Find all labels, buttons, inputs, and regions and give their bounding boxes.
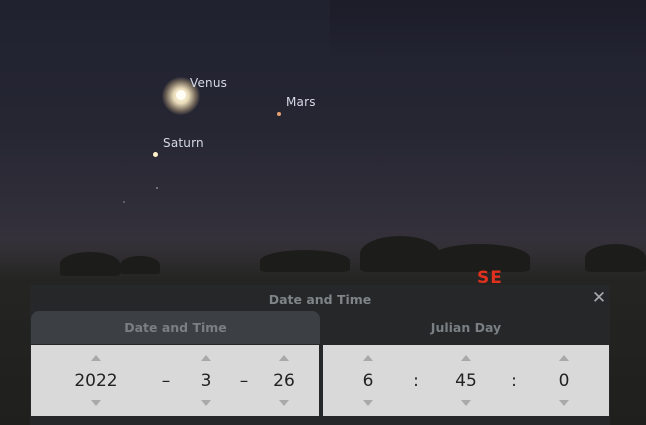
time-separator: : [511,371,517,391]
mars-label[interactable]: Mars [286,95,316,109]
year-value[interactable]: 2022 [61,370,131,392]
faint-star [123,201,125,203]
decrement-arrow-icon[interactable] [91,400,101,406]
tree-silhouette [260,250,350,272]
year-spinner[interactable]: 2022 [61,345,131,416]
minute-spinner[interactable]: 45 [431,345,501,416]
decrement-arrow-icon[interactable] [461,400,471,406]
minute-value[interactable]: 45 [431,370,501,392]
tab-julian-day[interactable]: Julian Day [323,311,609,344]
second-spinner[interactable]: 0 [529,345,599,416]
dialog-title: Date and Time [268,292,372,307]
increment-arrow-icon[interactable] [279,355,289,361]
dialog-titlebar[interactable]: Date and Time ✕ [30,285,610,313]
month-spinner[interactable]: 3 [171,345,241,416]
time-panel: 6 : 45 : 0 [323,345,609,416]
second-value[interactable]: 0 [529,370,599,392]
faint-star [156,187,158,189]
tab-label: Date and Time [124,320,227,335]
increment-arrow-icon[interactable] [363,355,373,361]
decrement-arrow-icon[interactable] [559,400,569,406]
tree-silhouette [360,236,440,272]
venus-label[interactable]: Venus [190,76,227,90]
mars-marker[interactable] [277,112,281,116]
day-value[interactable]: 26 [249,370,319,392]
time-separator: : [413,371,419,391]
tab-label: Julian Day [430,320,502,335]
saturn-marker[interactable] [153,152,158,157]
increment-arrow-icon[interactable] [559,355,569,361]
increment-arrow-icon[interactable] [201,355,211,361]
tab-date-and-time[interactable]: Date and Time [31,311,320,344]
date-time-dialog: Date and Time ✕ Date and Time Julian Day… [30,285,610,425]
decrement-arrow-icon[interactable] [363,400,373,406]
date-panel: 2022 – 3 – 26 [31,345,319,416]
increment-arrow-icon[interactable] [91,355,101,361]
close-icon[interactable]: ✕ [590,288,608,308]
tree-silhouette [120,256,160,274]
tree-silhouette [60,252,120,276]
hour-spinner[interactable]: 6 [333,345,403,416]
saturn-label[interactable]: Saturn [163,136,204,150]
month-value[interactable]: 3 [171,370,241,392]
decrement-arrow-icon[interactable] [279,400,289,406]
day-spinner[interactable]: 26 [249,345,319,416]
tree-silhouette [585,244,646,272]
venus-marker[interactable] [176,90,186,100]
hour-value[interactable]: 6 [333,370,403,392]
cloud-band [330,0,646,60]
decrement-arrow-icon[interactable] [201,400,211,406]
increment-arrow-icon[interactable] [461,355,471,361]
